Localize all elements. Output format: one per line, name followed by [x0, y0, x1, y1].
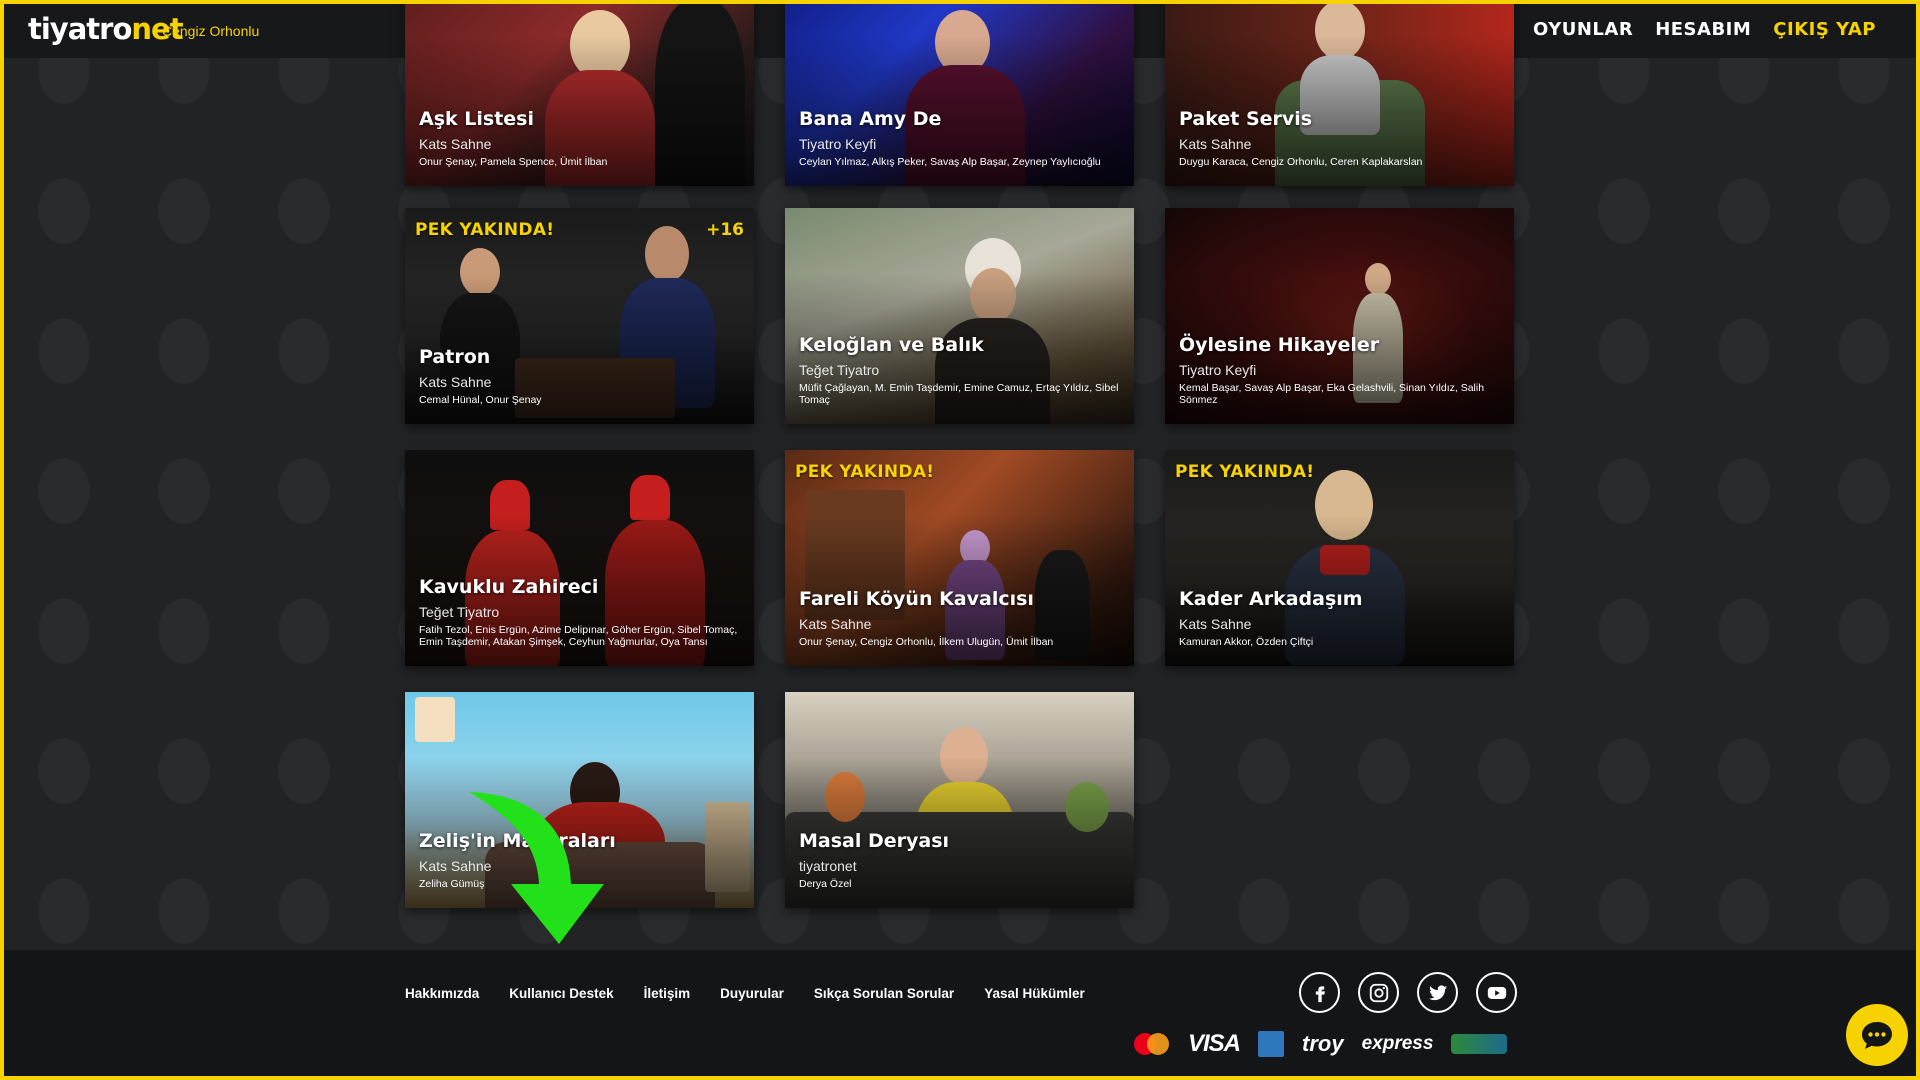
amex-icon	[1258, 1031, 1285, 1057]
chat-button[interactable]	[1846, 1004, 1908, 1066]
chat-bubble-icon	[1862, 1022, 1892, 1049]
facebook-icon[interactable]	[1299, 972, 1340, 1013]
footer-links: Hakkımızda Kullanıcı Destek İletişim Duy…	[405, 986, 1085, 1001]
coming-soon-badge: PEK YAKINDA!	[1175, 462, 1315, 482]
coming-soon-badge: PEK YAKINDA!	[795, 462, 935, 482]
footer-link-support[interactable]: Kullanıcı Destek	[509, 986, 613, 1001]
pay-logo-icon	[1451, 1034, 1508, 1054]
annotation-arrow-icon	[469, 792, 604, 944]
play-card-bana-amy-de[interactable]: Bana Amy De Tiyatro Keyfi Ceylan Yılmaz,…	[785, 4, 1134, 186]
play-card-paket-servis[interactable]: Paket Servis Kats Sahne Duygu Karaca, Ce…	[1165, 4, 1514, 186]
play-company: Kats Sahne	[1179, 136, 1252, 152]
play-title: Masal Deryası	[799, 830, 950, 852]
plays-grid: Aşk Listesi Kats Sahne Onur Şenay, Pamel…	[405, 4, 1515, 908]
payment-methods: VISA troy express	[1134, 1030, 1508, 1058]
site-logo[interactable]: tiyatronet	[28, 12, 184, 46]
play-title: Kavuklu Zahireci	[419, 576, 599, 598]
troy-logo: troy	[1302, 1031, 1344, 1056]
play-company: tiyatronet	[799, 858, 857, 874]
nav-plays[interactable]: OYUNLAR	[1533, 19, 1633, 40]
nav-logout[interactable]: ÇIKIŞ YAP	[1773, 19, 1876, 40]
play-company: Kats Sahne	[1179, 616, 1252, 632]
play-card-ask-listesi[interactable]: Aşk Listesi Kats Sahne Onur Şenay, Pamel…	[405, 4, 754, 186]
play-company: Kats Sahne	[419, 136, 492, 152]
coming-soon-badge: PEK YAKINDA!	[415, 220, 555, 240]
nav-account[interactable]: HESABIM	[1655, 19, 1751, 40]
play-cast: Onur Şenay, Pamela Spence, Ümit İlban	[419, 156, 608, 168]
social-links	[1299, 972, 1517, 1013]
play-title: Paket Servis	[1179, 108, 1313, 130]
play-title: Aşk Listesi	[419, 108, 534, 130]
play-card-patron[interactable]: PEK YAKINDA! +16 Patron Kats Sahne Cemal…	[405, 208, 754, 424]
app-frame: tiyatronet Cengiz Orhonlu OYUNLAR HESABI…	[4, 4, 1916, 1076]
visa-logo: VISA	[1188, 1030, 1241, 1057]
play-cast: Kemal Başar, Savaş Alp Başar, Eka Gelash…	[1179, 382, 1485, 406]
express-logo: express	[1361, 1033, 1434, 1054]
footer-link-about[interactable]: Hakkımızda	[405, 986, 479, 1001]
play-company: Kats Sahne	[419, 374, 492, 390]
footer-link-legal[interactable]: Yasal Hükümler	[984, 986, 1085, 1001]
play-title: Kader Arkadaşım	[1179, 588, 1363, 610]
mastercard-icon	[1134, 1033, 1170, 1055]
play-company: Tiyatro Keyfi	[799, 136, 877, 152]
instagram-icon[interactable]	[1358, 972, 1399, 1013]
play-card-fareli-koyun-kavalcisi[interactable]: PEK YAKINDA! Fareli Köyün Kavalcısı Kats…	[785, 450, 1134, 666]
footer-link-contact[interactable]: İletişim	[644, 986, 691, 1001]
play-cast: Derya Özel	[799, 878, 852, 890]
play-card-keloglan-ve-balik[interactable]: Keloğlan ve Balık Teğet Tiyatro Müfit Ça…	[785, 208, 1134, 424]
footer-link-faq[interactable]: Sıkça Sorulan Sorular	[814, 986, 954, 1001]
user-name: Cengiz Orhonlu	[162, 23, 260, 39]
youtube-icon[interactable]	[1476, 972, 1517, 1013]
play-company: Kats Sahne	[799, 616, 872, 632]
age-rating-badge: +16	[706, 220, 744, 240]
play-title: Öylesine Hikayeler	[1179, 334, 1380, 356]
play-cast: Ceylan Yılmaz, Alkış Peker, Savaş Alp Ba…	[799, 156, 1101, 168]
play-cast: Onur Şenay, Cengiz Orhonlu, İlkem Ulugün…	[799, 636, 1054, 648]
site-footer: Hakkımızda Kullanıcı Destek İletişim Duy…	[4, 950, 1916, 1076]
play-title: Bana Amy De	[799, 108, 942, 130]
play-title: Patron	[419, 346, 491, 368]
footer-link-announcements[interactable]: Duyurular	[720, 986, 784, 1001]
play-title: Fareli Köyün Kavalcısı	[799, 588, 1034, 610]
twitter-icon[interactable]	[1417, 972, 1458, 1013]
play-company: Teğet Tiyatro	[799, 362, 880, 378]
play-cast: Kamuran Akkor, Özden Çiftçi	[1179, 636, 1314, 648]
play-card-masal-deryasi[interactable]: Masal Deryası tiyatronet Derya Özel	[785, 692, 1134, 908]
main-nav: OYUNLAR HESABIM ÇIKIŞ YAP	[1533, 19, 1876, 40]
play-cast: Cemal Hünal, Onur Şenay	[419, 394, 542, 406]
play-cast: Duygu Karaca, Cengiz Orhonlu, Ceren Kapl…	[1179, 156, 1423, 168]
play-card-kader-arkadasim[interactable]: PEK YAKINDA! Kader Arkadaşım Kats Sahne …	[1165, 450, 1514, 666]
play-title: Keloğlan ve Balık	[799, 334, 984, 356]
play-company: Teğet Tiyatro	[419, 604, 500, 620]
play-cast: Müfit Çağlayan, M. Emin Taşdemir, Emine …	[799, 382, 1119, 406]
play-card-kavuklu-zahireci[interactable]: Kavuklu Zahireci Teğet Tiyatro Fatih Tez…	[405, 450, 754, 666]
logo-main-text: tiyatro	[28, 12, 132, 46]
play-company: Tiyatro Keyfi	[1179, 362, 1257, 378]
play-cast: Fatih Tezol, Enis Ergün, Azime Delipınar…	[419, 624, 738, 648]
play-card-oylesine-hikayeler[interactable]: Öylesine Hikayeler Tiyatro Keyfi Kemal B…	[1165, 208, 1514, 424]
